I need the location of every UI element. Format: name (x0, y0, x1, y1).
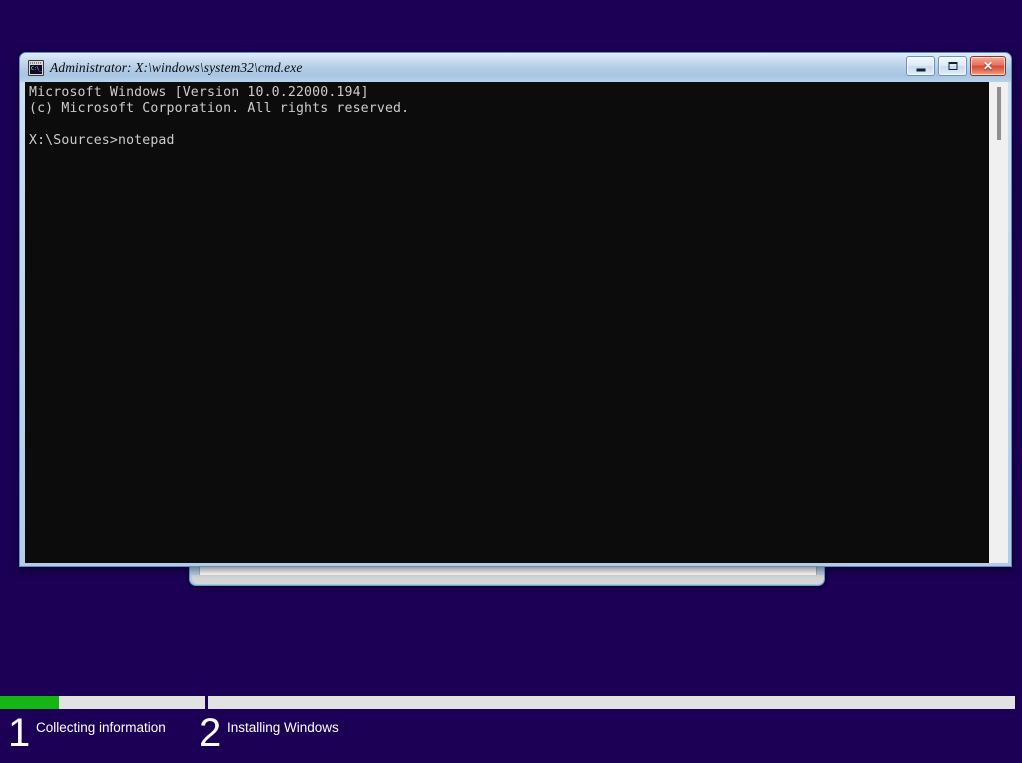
minimize-button[interactable] (906, 56, 935, 76)
setup-step-1-label: Collecting information (36, 720, 166, 735)
cmd-icon: C:\_ (28, 59, 44, 76)
window-controls: ✕ (906, 56, 1006, 76)
close-icon: ✕ (982, 59, 994, 73)
console-text: Microsoft Windows [Version 10.0.22000.19… (29, 85, 410, 148)
cmd-window-body: Microsoft Windows [Version 10.0.22000.19… (25, 82, 1008, 563)
cmd-title-bar[interactable]: C:\_ Administrator: X:\windows\system32\… (20, 53, 1011, 82)
command-prompt-window[interactable]: C:\_ Administrator: X:\windows\system32\… (19, 52, 1012, 567)
cmd-icon-label: C:\_ (30, 64, 42, 74)
setup-steps: 1 Collecting information 2 Installing Wi… (0, 709, 1022, 763)
scrollbar-thumb[interactable] (997, 87, 1001, 140)
setup-step-collecting-information: 1 Collecting information (8, 713, 166, 753)
setup-step-installing-windows: 2 Installing Windows (199, 713, 339, 753)
setup-progress-bar: 1 Collecting information 2 Installing Wi… (0, 693, 1022, 763)
setup-progress-track-row (0, 696, 1022, 709)
maximize-icon (948, 62, 957, 70)
setup-step-2-number: 2 (199, 711, 222, 755)
cmd-window-title: Administrator: X:\windows\system32\cmd.e… (50, 59, 303, 75)
console-output-area[interactable]: Microsoft Windows [Version 10.0.22000.19… (25, 82, 988, 563)
close-button[interactable]: ✕ (970, 56, 1006, 76)
progress-segment-2 (208, 696, 1015, 709)
notepad-status-bar (192, 575, 824, 584)
setup-step-2-label: Installing Windows (227, 720, 339, 735)
maximize-button[interactable] (938, 56, 967, 76)
desktop-background: C:\_ Administrator: X:\windows\system32\… (0, 0, 1022, 763)
minimize-icon (916, 68, 925, 72)
console-vertical-scrollbar[interactable] (988, 82, 1008, 563)
progress-segment-1 (0, 696, 205, 709)
progress-segment-1-fill (0, 696, 60, 709)
setup-step-1-number: 1 (8, 711, 31, 755)
